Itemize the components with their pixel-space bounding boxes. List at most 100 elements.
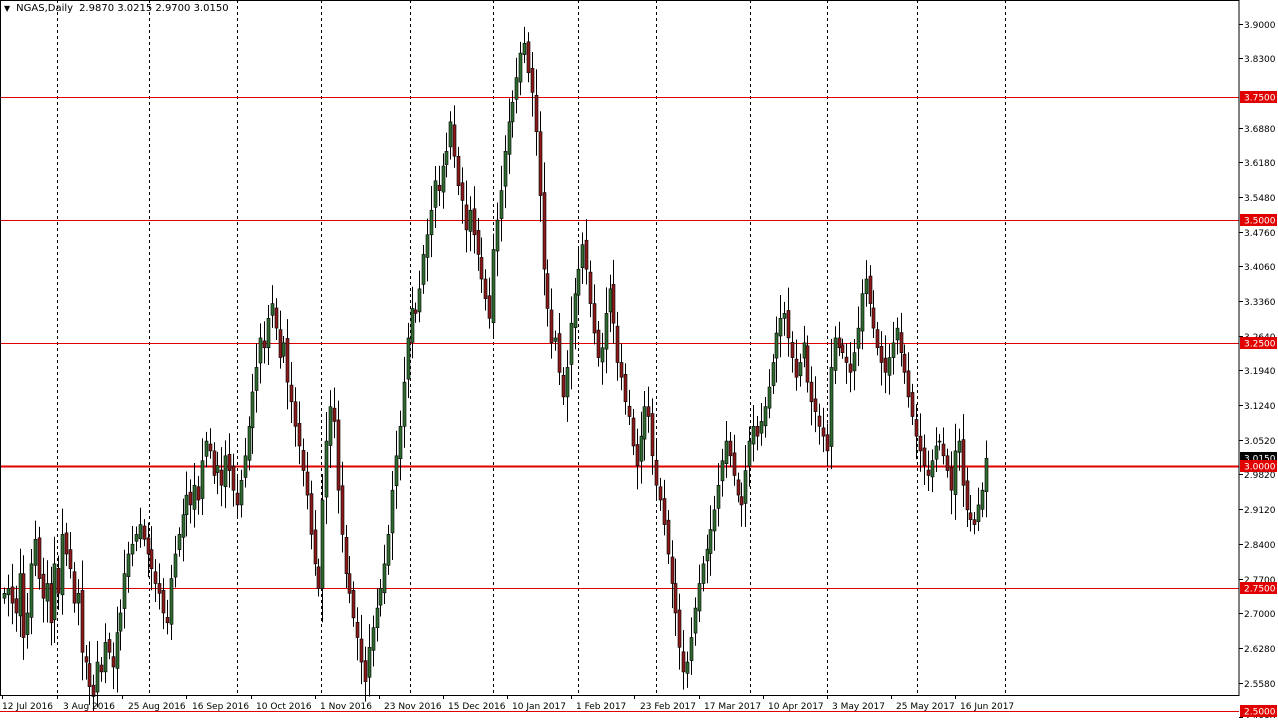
candle (639, 411, 644, 484)
candle (223, 440, 228, 509)
candle (790, 331, 795, 373)
candle (219, 447, 224, 507)
candle (390, 471, 395, 560)
candle (49, 566, 54, 646)
candle (728, 431, 733, 467)
candle-body-down (728, 440, 733, 457)
candle-body-down (107, 639, 112, 653)
candle-body-up (441, 165, 446, 193)
candle (328, 390, 333, 469)
candle-body-down (739, 496, 744, 506)
candle (693, 597, 698, 646)
candle (860, 279, 865, 350)
candle (456, 146, 461, 196)
candle-body-down (596, 329, 601, 358)
candle (708, 505, 713, 576)
candle (483, 269, 488, 311)
candle (45, 560, 50, 623)
candle (468, 196, 473, 252)
candle-body-down (456, 155, 461, 187)
candle-body-down (821, 427, 826, 437)
candle (918, 413, 923, 472)
candle (336, 400, 341, 514)
level-label: 3.7500 (1244, 94, 1276, 104)
candle-body-up (250, 391, 255, 429)
candle (681, 630, 686, 690)
candle-body-down (479, 257, 484, 280)
candle (347, 555, 352, 604)
price-chart[interactable]: 3.9000 3.8300 3.6880 3.6180 3.5480 3.4760 3.40… (0, 0, 1278, 722)
candle (479, 237, 484, 294)
candle (712, 495, 717, 551)
candle (557, 312, 562, 386)
candle (825, 423, 830, 467)
candle-body-down (235, 492, 240, 506)
candle-body-up (192, 484, 197, 510)
symbol-header: ▼ NGAS,Daily 2.9870 3.0215 2.9700 3.0150 (4, 3, 229, 14)
candle (743, 444, 748, 528)
candle (476, 217, 481, 271)
candle (635, 428, 640, 490)
candle (608, 274, 613, 333)
candle-body-down (41, 573, 46, 599)
candle (293, 387, 298, 447)
candle-body-up (708, 529, 713, 554)
candle (899, 312, 904, 367)
horizontal-levels (0, 97, 1239, 712)
candle-body-up (491, 249, 496, 324)
candle-body-up (767, 386, 772, 409)
candle (72, 562, 77, 613)
candle (324, 412, 329, 525)
candle (837, 321, 842, 357)
candle-body-up (95, 661, 100, 693)
candle (670, 540, 675, 609)
candle-body-up (6, 588, 11, 596)
candle (239, 469, 244, 518)
y-tick-label: 3.5480 (1244, 194, 1276, 204)
candle-body-up (771, 362, 776, 386)
candle (530, 51, 535, 117)
candle (937, 434, 942, 451)
candle-body-up (45, 583, 50, 602)
candle-body-down (670, 556, 675, 584)
candle-body-up (503, 151, 508, 187)
x-tick-label: 1 Feb 2017 (576, 702, 626, 712)
candle (945, 448, 950, 478)
candle-body-down (10, 586, 15, 604)
candle (961, 414, 966, 507)
x-tick-label: 23 Feb 2017 (640, 702, 696, 712)
candle (452, 105, 457, 168)
x-tick-label: 10 Apr 2017 (768, 702, 824, 712)
candle-body-down (542, 192, 547, 270)
candle (685, 651, 690, 688)
candle-body-up (829, 367, 834, 447)
candle (247, 416, 252, 471)
triangle-down-icon[interactable]: ▼ (4, 4, 10, 13)
y-tick-label: 3.6880 (1244, 125, 1276, 135)
candle-body-down (941, 443, 946, 457)
candle (344, 525, 349, 588)
candle (309, 480, 314, 550)
candle-body-down (157, 583, 162, 594)
candle (487, 277, 492, 329)
candle-body-down (732, 452, 737, 476)
candle-body-down (153, 571, 158, 584)
candle-body-up (569, 322, 574, 365)
candle-body-down (437, 184, 442, 191)
candle-body-up (518, 52, 523, 83)
candle (774, 316, 779, 383)
candle (736, 472, 741, 503)
candle (402, 356, 407, 448)
candle-body-down (460, 182, 465, 201)
candle-body-up (600, 347, 605, 363)
chart-svg[interactable]: 3.9000 3.8300 3.6880 3.6180 3.5480 3.4760 3.40… (0, 0, 1278, 722)
candle-body-down (278, 329, 283, 358)
candle-body-down (965, 480, 970, 511)
candle (910, 383, 915, 426)
candle-body-up (410, 308, 415, 343)
candle-body-down (677, 609, 682, 648)
candle-body-up (390, 489, 395, 534)
candle-body-up (468, 209, 473, 232)
candle (868, 265, 873, 317)
candle-body-up (134, 534, 139, 542)
